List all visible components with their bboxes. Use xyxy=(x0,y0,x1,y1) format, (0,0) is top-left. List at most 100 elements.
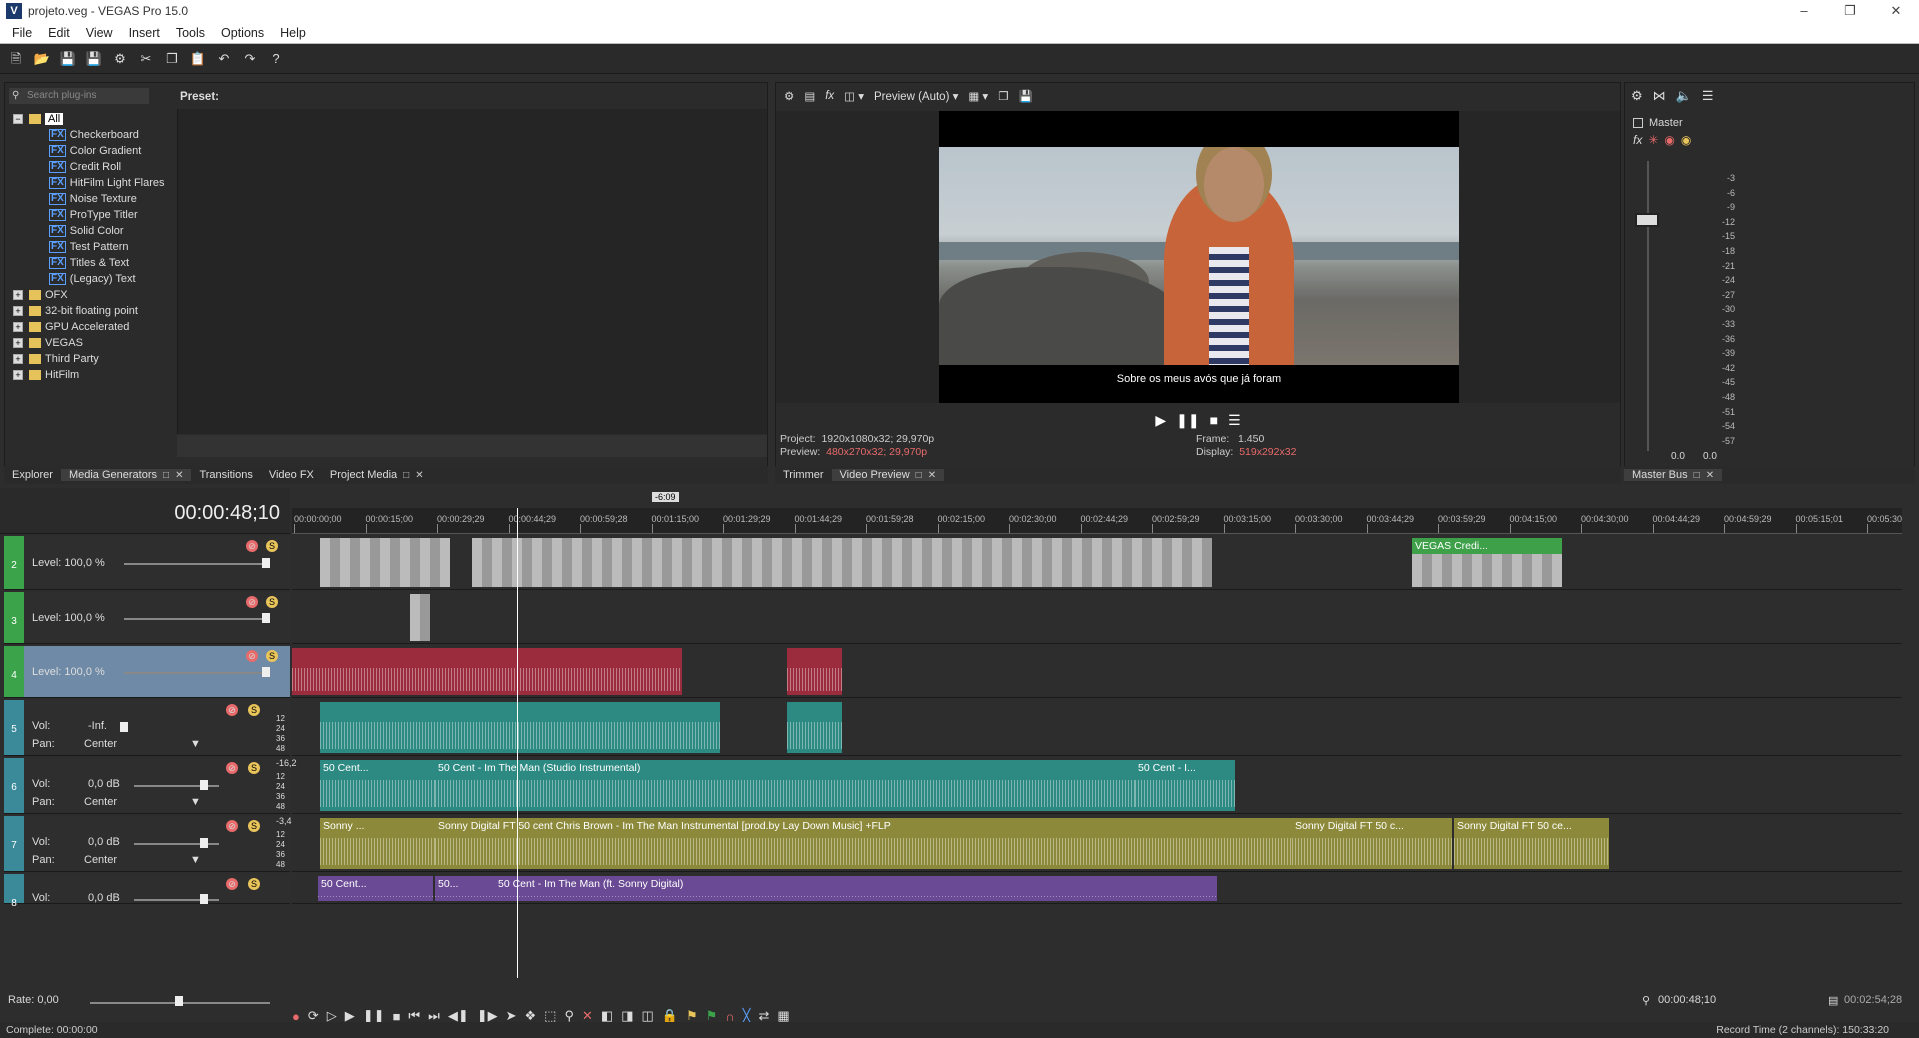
track-header[interactable]: 8 ⊘ S Vol: 0,0 dB xyxy=(4,874,290,909)
save-snapshot-icon[interactable]: 💾 xyxy=(1019,89,1033,103)
properties-icon[interactable]: ⚙ xyxy=(110,49,130,69)
audio-event[interactable] xyxy=(320,702,720,753)
audio-event[interactable]: 50 Cent... xyxy=(318,876,433,901)
plugin-tree-item[interactable]: FX Color Gradient xyxy=(13,143,173,159)
preset-scrollbar[interactable] xyxy=(177,435,767,457)
menu-options[interactable]: Options xyxy=(213,26,272,40)
tab-explorer[interactable]: Explorer xyxy=(4,469,61,481)
collapse-icon[interactable]: − xyxy=(13,114,23,124)
track-vol-thumb[interactable] xyxy=(120,722,128,732)
tab-master-bus[interactable]: Master Bus □ ✕ xyxy=(1624,469,1723,481)
track-lane[interactable]: 50 Cent... 50... 50 Cent - Im The Man (ft.… xyxy=(292,874,1902,904)
close-icon[interactable]: ✕ xyxy=(1873,0,1919,22)
close-tab-icon[interactable]: ✕ xyxy=(928,470,936,481)
track-header[interactable]: 6 ⊘ S Vol: 0,0 dB Pan: Center ▼ -16,2 12 24 36 48 xyxy=(4,758,297,814)
audio-event[interactable]: Sonny Digital FT 50 c... xyxy=(1292,818,1452,869)
cut-icon[interactable]: ✂ xyxy=(136,49,156,69)
master-checkbox[interactable] xyxy=(1633,118,1643,128)
expand-icon[interactable]: + xyxy=(13,354,23,364)
master-solo-icon[interactable]: ◉ xyxy=(1681,133,1691,147)
menu-view[interactable]: View xyxy=(78,26,121,40)
track-level-thumb[interactable] xyxy=(262,558,270,568)
video-event[interactable] xyxy=(292,648,682,695)
track-solo-icon[interactable]: S xyxy=(248,704,260,716)
track-vol-thumb[interactable] xyxy=(200,894,208,904)
track-mute-icon[interactable]: ⊘ xyxy=(246,540,258,552)
track-level-slider[interactable] xyxy=(124,563,264,565)
speaker-icon[interactable]: 🔈 xyxy=(1676,88,1692,104)
close-tab-icon[interactable]: ✕ xyxy=(1706,470,1714,481)
preset-area[interactable] xyxy=(177,109,767,434)
open-icon[interactable]: 📂 xyxy=(32,49,52,69)
track-solo-icon[interactable]: S xyxy=(248,878,260,890)
plugin-tree-item[interactable]: + VEGAS xyxy=(13,335,173,351)
external-monitor-icon[interactable]: ▤ xyxy=(804,89,815,103)
save-as-icon[interactable]: 💾 xyxy=(84,49,104,69)
menu-edit[interactable]: Edit xyxy=(40,26,78,40)
plugin-tree-item[interactable]: +32-bit floating point xyxy=(13,303,173,319)
track-header[interactable]: 2 ⊘ S Level: 100,0 % xyxy=(4,536,290,590)
preview-quality-select[interactable]: Preview (Auto) ▾ xyxy=(874,89,958,103)
plugin-tree-item[interactable]: + OFX xyxy=(13,287,173,303)
plugin-tree-item[interactable]: FX Checkerboard xyxy=(13,127,173,143)
play-icon[interactable]: ▶ xyxy=(1155,412,1166,429)
mixer-properties-icon[interactable]: ⚙ xyxy=(1631,88,1643,104)
plugin-search-input[interactable]: ⚲ Search plug-ins xyxy=(9,88,149,104)
paste-icon[interactable]: 📋 xyxy=(188,49,208,69)
menu-tools[interactable]: Tools xyxy=(168,26,213,40)
new-project-icon[interactable]: 🗎 xyxy=(6,49,26,69)
menu-file[interactable]: File xyxy=(4,26,40,40)
pause-icon[interactable]: ❚❚ xyxy=(1176,412,1199,429)
mixer-faders-icon[interactable]: ☰ xyxy=(1702,88,1714,104)
master-settings-icon[interactable]: ✳ xyxy=(1648,133,1658,147)
track-lane[interactable]: Sonny ... Sonny Digital FT 50 cent Chris … xyxy=(292,816,1902,872)
track-lane[interactable]: 50 Cent... 50 Cent - Im The Man (Studio I… xyxy=(292,758,1902,814)
video-fx-icon[interactable]: fx xyxy=(825,90,834,102)
audio-event[interactable] xyxy=(787,702,842,753)
menu-icon[interactable]: ☰ xyxy=(1228,412,1241,429)
audio-event[interactable]: Sonny Digital FT 50 cent Chris Brown - I… xyxy=(435,818,1292,869)
video-event[interactable] xyxy=(320,538,450,587)
loop-marker-label[interactable]: -6:09 xyxy=(652,492,679,502)
whats-this-icon[interactable]: ? xyxy=(266,49,286,69)
audio-event[interactable]: 50... xyxy=(435,876,495,901)
track-header[interactable]: 4 ⊘ S Level: 100,0 % xyxy=(4,646,290,698)
track-mute-icon[interactable]: ⊘ xyxy=(226,762,238,774)
track-solo-icon[interactable]: S xyxy=(248,820,260,832)
playhead-cursor[interactable] xyxy=(517,508,518,978)
track-mute-icon[interactable]: ⊘ xyxy=(226,704,238,716)
track-lane[interactable] xyxy=(292,592,1902,644)
menu-insert[interactable]: Insert xyxy=(121,26,168,40)
track-level-thumb[interactable] xyxy=(262,613,270,623)
audio-event[interactable]: 50 Cent - Im The Man (ft. Sonny Digital) xyxy=(495,876,1217,901)
plugin-tree-item[interactable]: FX ProType Titler xyxy=(13,207,173,223)
track-header[interactable]: 3 ⊘ S Level: 100,0 % xyxy=(4,592,290,644)
expand-icon[interactable]: + xyxy=(13,338,23,348)
track-lane[interactable] xyxy=(292,700,1902,756)
undock-icon[interactable]: □ xyxy=(403,470,409,481)
overlays-icon[interactable]: ▦ ▾ xyxy=(968,89,988,103)
track-solo-icon[interactable]: S xyxy=(266,540,278,552)
tab-video-preview[interactable]: Video Preview □ ✕ xyxy=(831,469,945,481)
plugin-tree-item[interactable]: FX Test Pattern xyxy=(13,239,173,255)
expand-icon[interactable]: + xyxy=(13,370,23,380)
undock-icon[interactable]: □ xyxy=(163,470,169,481)
redo-icon[interactable]: ↷ xyxy=(240,49,260,69)
track-mute-icon[interactable]: ⊘ xyxy=(246,596,258,608)
track-mute-icon[interactable]: ⊘ xyxy=(246,650,258,662)
track-solo-icon[interactable]: S xyxy=(266,596,278,608)
copy-icon[interactable]: ❐ xyxy=(162,49,182,69)
split-screen-icon[interactable]: ◫ ▾ xyxy=(844,89,864,103)
undock-icon[interactable]: □ xyxy=(916,470,922,481)
copy-snapshot-icon[interactable]: ❐ xyxy=(998,89,1008,103)
tab-video-fx[interactable]: Video FX xyxy=(261,469,322,481)
audio-event[interactable]: 50 Cent - I... xyxy=(1135,760,1235,811)
track-mute-icon[interactable]: ⊘ xyxy=(226,878,238,890)
track-lane[interactable]: VEGAS Credi... xyxy=(292,536,1902,590)
track-header[interactable]: 7 ⊘ S Vol: 0,0 dB Pan: Center ▼ -3,4 12 24 36 48 xyxy=(4,816,292,872)
rate-slider-thumb[interactable] xyxy=(175,996,183,1006)
pan-thumb-icon[interactable]: ▼ xyxy=(190,854,201,866)
track-solo-icon[interactable]: S xyxy=(266,650,278,662)
undo-icon[interactable]: ↶ xyxy=(214,49,234,69)
track-lane[interactable] xyxy=(292,646,1902,698)
